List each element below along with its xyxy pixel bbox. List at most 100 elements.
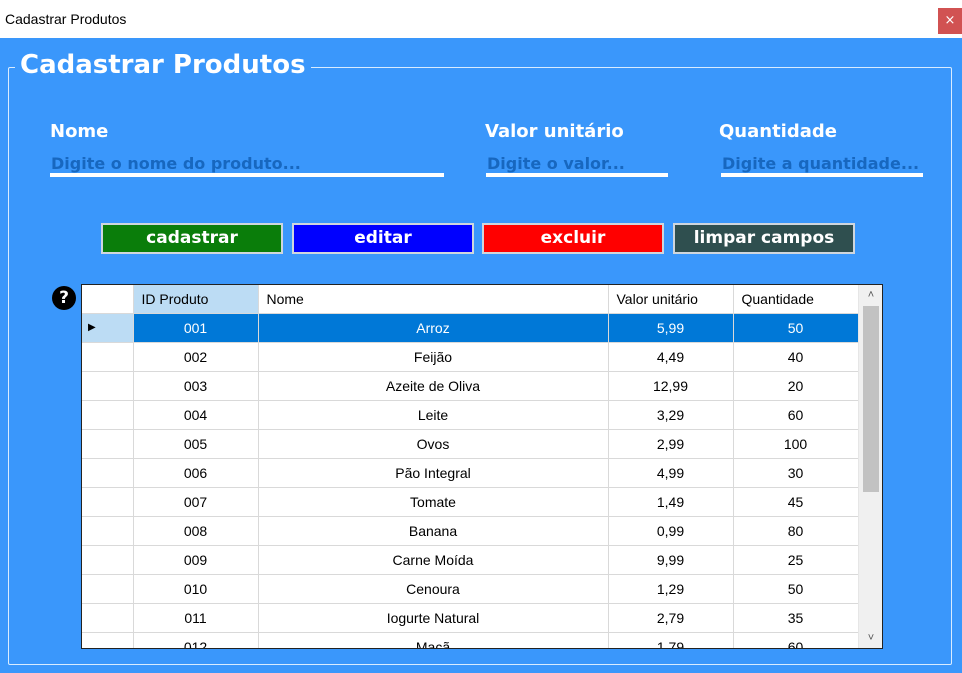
cell-quantidade[interactable]: 20 bbox=[733, 371, 859, 401]
help-icon[interactable]: ? bbox=[52, 286, 76, 310]
row-header-corner[interactable] bbox=[82, 285, 134, 314]
cell-id[interactable]: 002 bbox=[133, 342, 259, 372]
header-row: ID Produto Nome Valor unitário Quantidad… bbox=[82, 285, 859, 314]
vertical-scrollbar[interactable]: ˄ ˅ bbox=[858, 285, 882, 648]
row-header[interactable] bbox=[82, 458, 134, 488]
cell-nome[interactable]: Pão Integral bbox=[258, 458, 609, 488]
cell-valor[interactable]: 12,99 bbox=[608, 371, 734, 401]
cell-id[interactable]: 012 bbox=[133, 632, 259, 648]
cell-quantidade[interactable]: 35 bbox=[733, 603, 859, 633]
cell-valor[interactable]: 5,99 bbox=[608, 313, 734, 343]
cell-quantidade[interactable]: 50 bbox=[733, 313, 859, 343]
cell-nome[interactable]: Tomate bbox=[258, 487, 609, 517]
nome-label: Nome bbox=[50, 121, 109, 142]
table-row[interactable]: 012 Maçã 1,79 60 bbox=[82, 632, 859, 648]
cell-valor[interactable]: 9,99 bbox=[608, 545, 734, 575]
row-header[interactable] bbox=[82, 342, 134, 372]
table-row[interactable]: 006 Pão Integral 4,99 30 bbox=[82, 458, 859, 488]
table-row[interactable]: 007 Tomate 1,49 45 bbox=[82, 487, 859, 517]
table-row[interactable]: 008 Banana 0,99 80 bbox=[82, 516, 859, 546]
cell-nome[interactable]: Azeite de Oliva bbox=[258, 371, 609, 401]
cell-id[interactable]: 003 bbox=[133, 371, 259, 401]
cell-nome[interactable]: Iogurte Natural bbox=[258, 603, 609, 633]
cell-id[interactable]: 009 bbox=[133, 545, 259, 575]
row-header[interactable]: ▶ bbox=[82, 313, 134, 343]
column-header-nome[interactable]: Nome bbox=[258, 285, 609, 314]
current-row-arrow-icon: ▶ bbox=[88, 322, 96, 333]
table-row[interactable]: 004 Leite 3,29 60 bbox=[82, 400, 859, 430]
cell-valor[interactable]: 1,49 bbox=[608, 487, 734, 517]
cell-quantidade[interactable]: 100 bbox=[733, 429, 859, 459]
cell-quantidade[interactable]: 25 bbox=[733, 545, 859, 575]
table-row[interactable]: 002 Feijão 4,49 40 bbox=[82, 342, 859, 372]
table-row[interactable]: 005 Ovos 2,99 100 bbox=[82, 429, 859, 459]
products-grid[interactable]: ID Produto Nome Valor unitário Quantidad… bbox=[81, 284, 883, 649]
nome-input[interactable] bbox=[51, 151, 444, 175]
column-header-quantidade[interactable]: Quantidade bbox=[733, 285, 859, 314]
cell-id[interactable]: 001 bbox=[133, 313, 259, 343]
valor-input[interactable] bbox=[487, 151, 668, 175]
cell-id[interactable]: 005 bbox=[133, 429, 259, 459]
cell-valor[interactable]: 4,49 bbox=[608, 342, 734, 372]
cell-quantidade[interactable]: 60 bbox=[733, 632, 859, 648]
cell-id[interactable]: 007 bbox=[133, 487, 259, 517]
cell-quantidade[interactable]: 60 bbox=[733, 400, 859, 430]
table-row[interactable]: 009 Carne Moída 9,99 25 bbox=[82, 545, 859, 575]
table-row[interactable]: 010 Cenoura 1,29 50 bbox=[82, 574, 859, 604]
table-row[interactable]: 011 Iogurte Natural 2,79 35 bbox=[82, 603, 859, 633]
scrollbar-thumb[interactable] bbox=[863, 306, 879, 492]
cell-quantidade[interactable]: 30 bbox=[733, 458, 859, 488]
cell-id[interactable]: 011 bbox=[133, 603, 259, 633]
cell-id[interactable]: 004 bbox=[133, 400, 259, 430]
cell-quantidade[interactable]: 50 bbox=[733, 574, 859, 604]
row-header[interactable] bbox=[82, 603, 134, 633]
cell-valor[interactable]: 1,79 bbox=[608, 632, 734, 648]
cell-nome[interactable]: Arroz bbox=[258, 313, 609, 343]
editar-button[interactable]: editar bbox=[292, 223, 474, 254]
row-header[interactable] bbox=[82, 545, 134, 575]
excluir-button[interactable]: excluir bbox=[482, 223, 664, 254]
row-header[interactable] bbox=[82, 574, 134, 604]
group-title: Cadastrar Produtos bbox=[15, 48, 311, 82]
table-row[interactable]: 003 Azeite de Oliva 12,99 20 bbox=[82, 371, 859, 401]
row-header[interactable] bbox=[82, 516, 134, 546]
cell-valor[interactable]: 4,99 bbox=[608, 458, 734, 488]
column-header-id[interactable]: ID Produto bbox=[133, 285, 259, 314]
cell-quantidade[interactable]: 45 bbox=[733, 487, 859, 517]
cadastrar-button[interactable]: cadastrar bbox=[101, 223, 283, 254]
cell-valor[interactable]: 2,99 bbox=[608, 429, 734, 459]
cell-nome[interactable]: Ovos bbox=[258, 429, 609, 459]
window-title: Cadastrar Produtos bbox=[5, 11, 127, 27]
cell-valor[interactable]: 0,99 bbox=[608, 516, 734, 546]
cell-nome[interactable]: Carne Moída bbox=[258, 545, 609, 575]
row-header[interactable] bbox=[82, 487, 134, 517]
row-header[interactable] bbox=[82, 400, 134, 430]
scroll-up-icon[interactable]: ˄ bbox=[859, 285, 882, 305]
window-titlebar: Cadastrar Produtos × bbox=[0, 0, 962, 38]
cell-nome[interactable]: Maçã bbox=[258, 632, 609, 648]
cell-id[interactable]: 006 bbox=[133, 458, 259, 488]
cell-id[interactable]: 008 bbox=[133, 516, 259, 546]
row-header[interactable] bbox=[82, 429, 134, 459]
row-header[interactable] bbox=[82, 632, 134, 648]
scroll-down-icon[interactable]: ˅ bbox=[859, 628, 882, 648]
limpar-campos-button[interactable]: limpar campos bbox=[673, 223, 855, 254]
cell-quantidade[interactable]: 40 bbox=[733, 342, 859, 372]
cell-nome[interactable]: Cenoura bbox=[258, 574, 609, 604]
quantidade-underline bbox=[721, 173, 923, 177]
quantidade-input[interactable] bbox=[722, 151, 923, 175]
row-header[interactable] bbox=[82, 371, 134, 401]
cell-id[interactable]: 010 bbox=[133, 574, 259, 604]
valor-underline bbox=[486, 173, 668, 177]
cell-valor[interactable]: 2,79 bbox=[608, 603, 734, 633]
cell-nome[interactable]: Feijão bbox=[258, 342, 609, 372]
table-row[interactable]: ▶ 001 Arroz 5,99 50 bbox=[82, 313, 859, 343]
cell-quantidade[interactable]: 80 bbox=[733, 516, 859, 546]
cell-nome[interactable]: Leite bbox=[258, 400, 609, 430]
quantidade-label: Quantidade bbox=[719, 121, 837, 142]
column-header-valor[interactable]: Valor unitário bbox=[608, 285, 734, 314]
cell-valor[interactable]: 1,29 bbox=[608, 574, 734, 604]
close-icon[interactable]: × bbox=[938, 8, 962, 34]
cell-nome[interactable]: Banana bbox=[258, 516, 609, 546]
cell-valor[interactable]: 3,29 bbox=[608, 400, 734, 430]
